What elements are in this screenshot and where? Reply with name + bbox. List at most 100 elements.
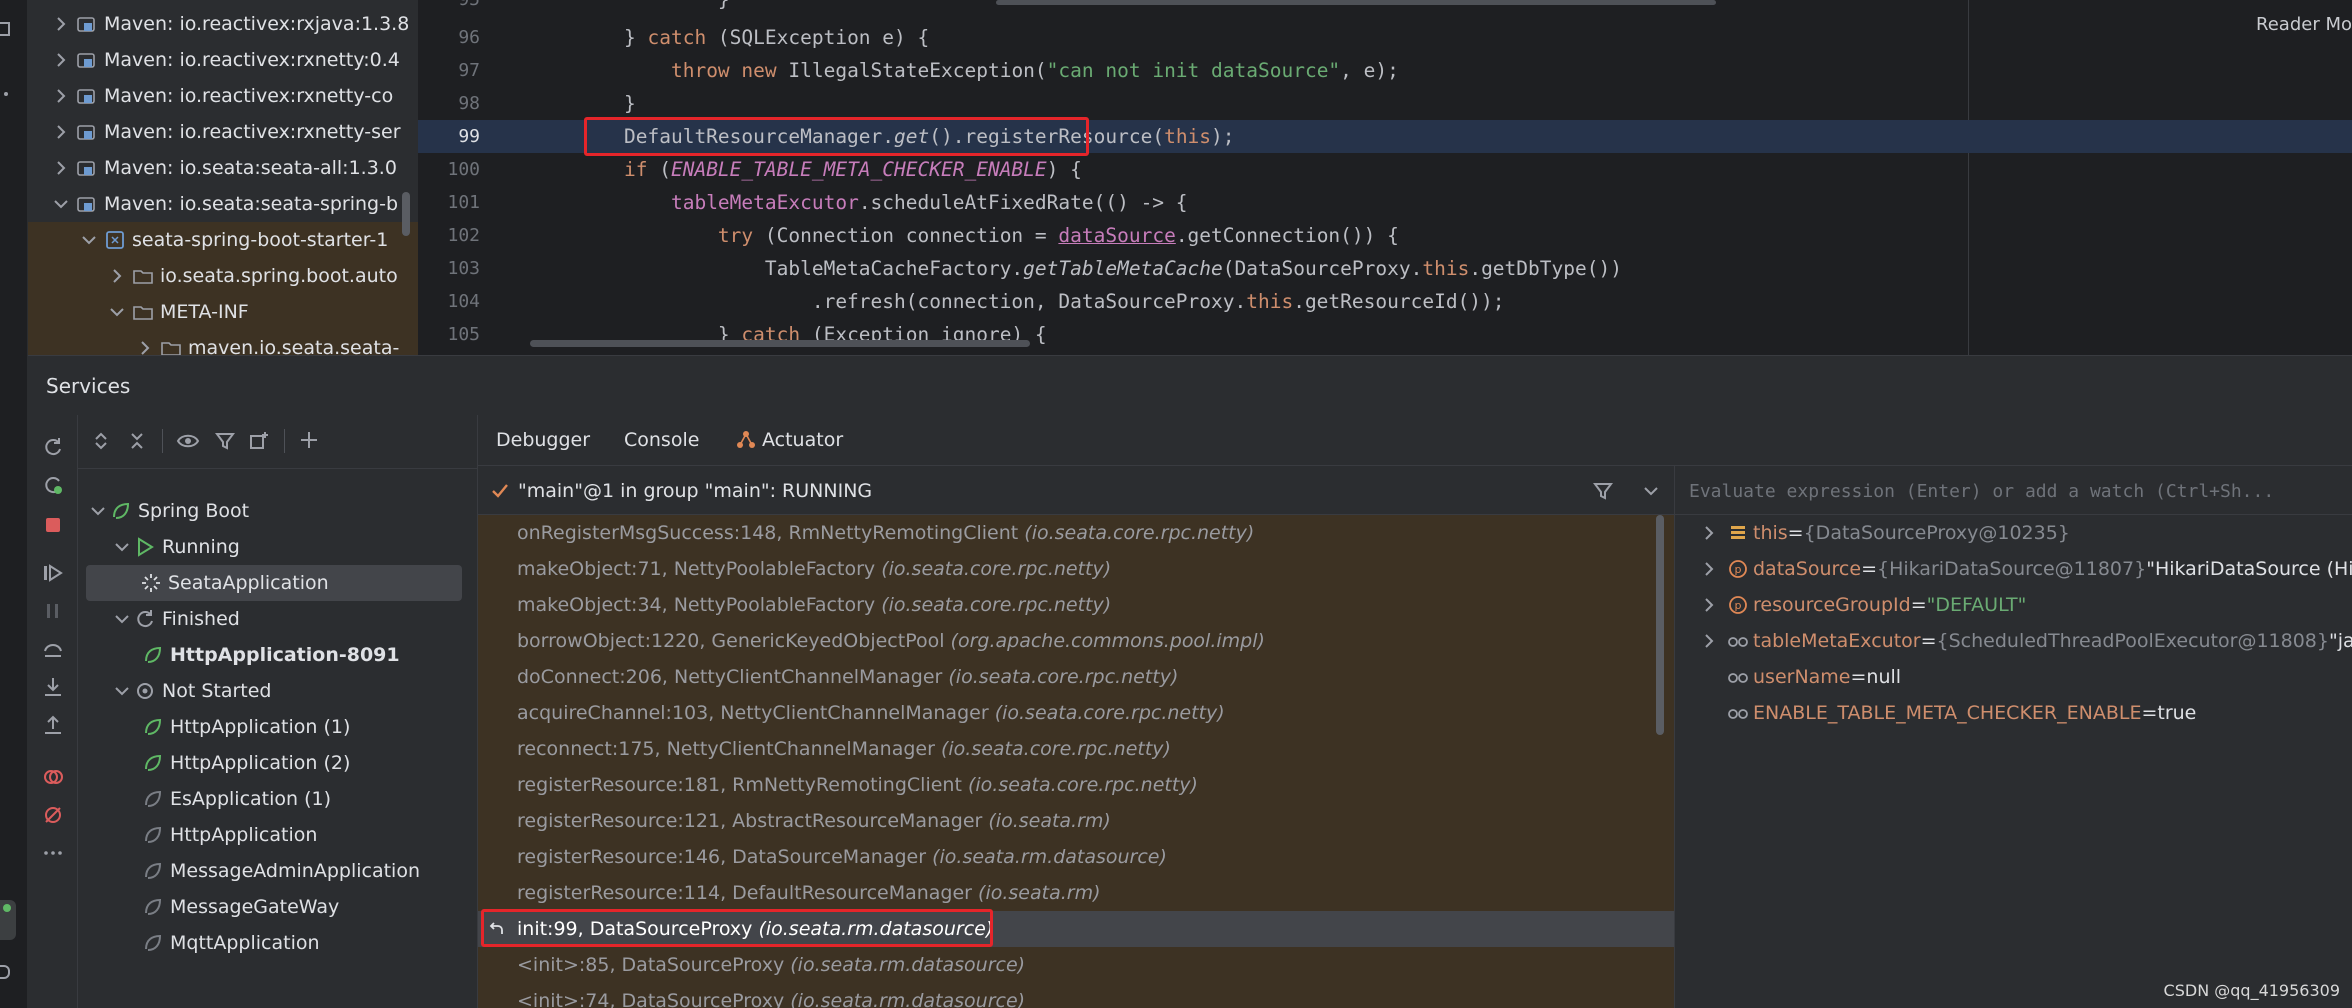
- service-es-application-1[interactable]: EsApplication (1): [78, 781, 478, 817]
- frame-row[interactable]: makeObject:71, NettyPoolableFactory (io.…: [478, 551, 1674, 587]
- library-icon: [77, 53, 95, 68]
- variable-row-datasource[interactable]: p dataSource = {HikariDataSource@11807} …: [1675, 551, 2352, 587]
- add-service-icon[interactable]: [298, 429, 322, 453]
- tab-actuator-label: Actuator: [762, 429, 844, 451]
- spring-boot-icon: [145, 646, 162, 663]
- chevron-right-icon[interactable]: [1699, 631, 1719, 651]
- view-breakpoints-icon[interactable]: [41, 765, 65, 789]
- chevron-down-icon[interactable]: [88, 501, 108, 521]
- collapse-all-icon[interactable]: [126, 430, 148, 452]
- chevron-down-icon[interactable]: [78, 229, 100, 251]
- frame-row[interactable]: registerResource:114, DefaultResourceMan…: [478, 875, 1674, 911]
- chevron-right-icon[interactable]: [1699, 559, 1719, 579]
- pause-icon[interactable]: [41, 599, 65, 623]
- frame-row[interactable]: registerResource:146, DataSourceManager …: [478, 839, 1674, 875]
- chevron-right-icon[interactable]: [1699, 523, 1719, 543]
- eye-icon[interactable]: [176, 430, 200, 452]
- service-http-application-8091[interactable]: HttpApplication-8091: [78, 637, 478, 673]
- object-icon: [1731, 526, 1745, 539]
- reader-mode-label[interactable]: Reader Mo: [2256, 14, 2352, 35]
- variable-row-resource-group-id[interactable]: p resourceGroupId = "DEFAULT": [1675, 587, 2352, 623]
- rerun-icon[interactable]: [41, 435, 65, 459]
- variable-row-enable-checker[interactable]: ENABLE_TABLE_META_CHECKER_ENABLE = true: [1675, 695, 2352, 731]
- chevron-down-icon[interactable]: [112, 609, 132, 629]
- chevron-right-icon[interactable]: [50, 121, 72, 143]
- tree-item-starter-jar[interactable]: seata-spring-boot-starter-1: [28, 222, 418, 258]
- services-tool-icon[interactable]: [0, 900, 16, 940]
- jar-icon: [106, 231, 124, 249]
- service-seata-application[interactable]: SeataApplication: [86, 565, 462, 601]
- variable-row-username[interactable]: userName = null: [1675, 659, 2352, 695]
- variable-row-table-meta-excutor[interactable]: tableMetaExcutor = {ScheduledThreadPoolE…: [1675, 623, 2352, 659]
- tree-item-autoconfig-package[interactable]: io.seata.spring.boot.auto: [28, 258, 418, 294]
- tab-console[interactable]: Console: [624, 429, 699, 451]
- chevron-right-icon[interactable]: [50, 157, 72, 179]
- stop-icon[interactable]: [41, 513, 65, 537]
- chevron-right-icon[interactable]: [50, 49, 72, 71]
- chevron-right-icon[interactable]: [1699, 595, 1719, 615]
- frame-row[interactable]: registerResource:121, AbstractResourceMa…: [478, 803, 1674, 839]
- frame-row[interactable]: registerResource:181, RmNettyRemotingCli…: [478, 767, 1674, 803]
- tree-item-rxnetty-servo[interactable]: Maven: io.reactivex:rxnetty-ser: [28, 114, 418, 150]
- chevron-down-icon[interactable]: [112, 681, 132, 701]
- rerun-debug-icon[interactable]: [41, 473, 65, 497]
- git-icon[interactable]: [0, 965, 10, 979]
- service-http-application[interactable]: HttpApplication: [78, 817, 478, 853]
- frames-scrollbar[interactable]: [1656, 515, 1664, 735]
- chevron-down-icon[interactable]: [1642, 482, 1660, 500]
- service-message-admin-application[interactable]: MessageAdminApplication: [78, 853, 478, 889]
- tree-item-meta-inf[interactable]: META-INF: [28, 294, 418, 330]
- step-into-icon[interactable]: [41, 675, 65, 699]
- mute-breakpoints-icon[interactable]: [41, 803, 65, 827]
- filter-icon[interactable]: [214, 430, 236, 452]
- chevron-right-icon[interactable]: [134, 337, 156, 355]
- chevron-right-icon[interactable]: [106, 265, 128, 287]
- service-node-finished[interactable]: Finished: [78, 601, 478, 637]
- tool-window-icon[interactable]: [0, 22, 10, 36]
- frame-row[interactable]: <init>:85, DataSourceProxy (io.seata.rm.…: [478, 947, 1674, 983]
- step-over-icon[interactable]: [41, 637, 65, 661]
- variable-row-this[interactable]: this = {DataSourceProxy@10235}: [1675, 515, 2352, 551]
- step-out-icon[interactable]: [41, 713, 65, 737]
- service-node-spring-boot[interactable]: Spring Boot: [78, 493, 478, 529]
- tab-debugger[interactable]: Debugger: [496, 429, 590, 451]
- service-message-gateway[interactable]: MessageGateWay: [78, 889, 478, 925]
- resume-icon[interactable]: [41, 561, 65, 585]
- tree-scrollbar[interactable]: [402, 192, 410, 236]
- services-header: Services: [28, 355, 2352, 415]
- more-icon[interactable]: [41, 841, 65, 865]
- tree-item-seata-spring-boot[interactable]: Maven: io.seata:seata-spring-b: [28, 186, 418, 222]
- code-editor[interactable]: 95 } 96 } catch (SQLException e) { 97 th…: [418, 0, 2352, 355]
- chevron-down-icon[interactable]: [112, 537, 132, 557]
- new-group-icon[interactable]: [248, 430, 270, 452]
- chevron-down-icon[interactable]: [106, 301, 128, 323]
- chevron-right-icon[interactable]: [50, 85, 72, 107]
- frame-row[interactable]: reconnect:175, NettyClientChannelManager…: [478, 731, 1674, 767]
- filter-icon[interactable]: [1592, 480, 1614, 502]
- tree-item-seata-all[interactable]: Maven: io.seata:seata-all:1.3.0: [28, 150, 418, 186]
- tree-item-rxjava[interactable]: Maven: io.reactivex:rxjava:1.3.8: [28, 6, 418, 42]
- service-node-running[interactable]: Running: [78, 529, 478, 565]
- service-node-not-started[interactable]: Not Started: [78, 673, 478, 709]
- expand-all-icon[interactable]: [90, 430, 112, 452]
- tree-item-maven-folder[interactable]: maven.io.seata.seata-: [28, 330, 418, 355]
- chevron-down-icon[interactable]: [50, 193, 72, 215]
- frame-row[interactable]: <init>:74, DataSourceProxy (io.seata.rm.…: [478, 983, 1674, 1008]
- tab-actuator[interactable]: Actuator: [736, 429, 843, 451]
- frame-row[interactable]: onRegisterMsgSuccess:148, RmNettyRemotin…: [478, 515, 1674, 551]
- service-http-application-1[interactable]: HttpApplication (1): [78, 709, 478, 745]
- tree-item-rxnetty[interactable]: Maven: io.reactivex:rxnetty:0.4: [28, 42, 418, 78]
- service-http-application-2[interactable]: HttpApplication (2): [78, 745, 478, 781]
- thread-selector[interactable]: "main"@1 in group "main": RUNNING: [478, 465, 1674, 515]
- evaluate-placeholder: Evaluate expression (Enter) or add a wat…: [1689, 481, 2275, 502]
- frame-row[interactable]: makeObject:34, NettyPoolableFactory (io.…: [478, 587, 1674, 623]
- chevron-right-icon[interactable]: [50, 13, 72, 35]
- frame-row[interactable]: doConnect:206, NettyClientChannelManager…: [478, 659, 1674, 695]
- frame-row[interactable]: borrowObject:1220, GenericKeyedObjectPoo…: [478, 623, 1674, 659]
- editor-h-scrollbar[interactable]: [530, 340, 1030, 347]
- frame-row[interactable]: acquireChannel:103, NettyClientChannelMa…: [478, 695, 1674, 731]
- service-mqtt-application[interactable]: MqttApplication: [78, 925, 478, 961]
- tree-item-rxnetty-contexts[interactable]: Maven: io.reactivex:rxnetty-co: [28, 78, 418, 114]
- stack-frames-list: onRegisterMsgSuccess:148, RmNettyRemotin…: [478, 515, 1674, 1008]
- evaluate-expression-input[interactable]: Evaluate expression (Enter) or add a wat…: [1674, 465, 2352, 515]
